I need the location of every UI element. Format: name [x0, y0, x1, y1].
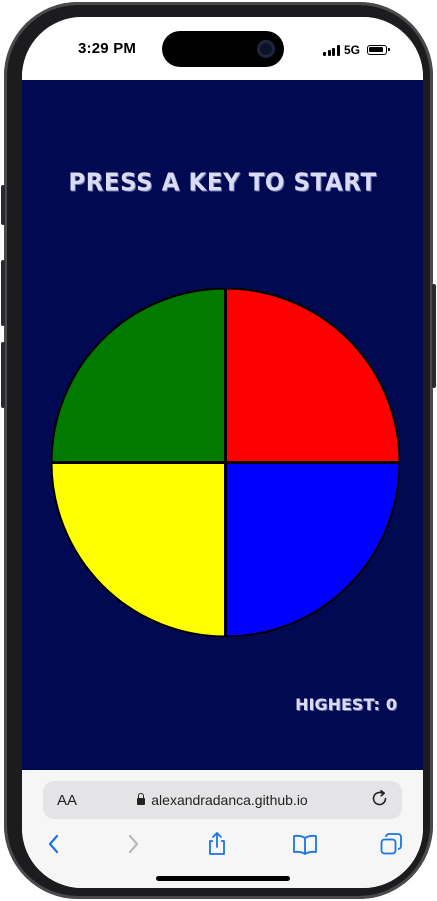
highest-score-label: HIGHEST: — [295, 695, 380, 714]
red-button[interactable] — [224, 288, 400, 464]
game-area[interactable]: PRESS A KEY TO START HIGHEST: 0 — [22, 80, 423, 770]
volume-up-button — [1, 260, 5, 326]
highest-score-value: 0 — [385, 695, 397, 714]
tabs-icon[interactable] — [379, 831, 403, 857]
power-button — [432, 284, 436, 388]
phone-frame: 3:29 PM 5G PRESS A KEY TO START HIGHEST:… — [1, 2, 436, 899]
bookmarks-icon[interactable] — [292, 831, 318, 857]
status-bar: 3:29 PM 5G — [22, 17, 423, 80]
reload-icon[interactable] — [370, 789, 390, 809]
home-indicator — [156, 876, 290, 881]
volume-down-button — [1, 342, 5, 408]
signal-icon — [323, 45, 340, 56]
address-bar[interactable]: AA alexandradanca.github.io — [43, 781, 402, 819]
simon-board — [51, 288, 400, 637]
green-button[interactable] — [51, 288, 227, 464]
status-time: 3:29 PM — [78, 40, 137, 57]
browser-bar: AA alexandradanca.github.io — [22, 770, 423, 888]
back-icon[interactable] — [42, 831, 66, 857]
action-button — [1, 185, 5, 225]
url-display[interactable]: alexandradanca.github.io — [43, 792, 402, 808]
screen: 3:29 PM 5G PRESS A KEY TO START HIGHEST:… — [22, 17, 423, 888]
camera-icon — [257, 40, 275, 58]
battery-icon — [367, 45, 390, 55]
share-icon[interactable] — [205, 831, 229, 857]
forward-icon[interactable] — [121, 831, 145, 857]
status-indicators: 5G — [323, 42, 390, 57]
browser-toolbar — [22, 831, 423, 861]
dynamic-island — [162, 31, 284, 67]
network-label: 5G — [343, 43, 360, 57]
yellow-button[interactable] — [51, 461, 227, 637]
game-title: PRESS A KEY TO START — [68, 168, 377, 198]
lock-icon — [137, 793, 146, 805]
url-text: alexandradanca.github.io — [151, 792, 308, 808]
highest-score: HIGHEST: 0 — [295, 695, 397, 714]
blue-button[interactable] — [224, 461, 400, 637]
